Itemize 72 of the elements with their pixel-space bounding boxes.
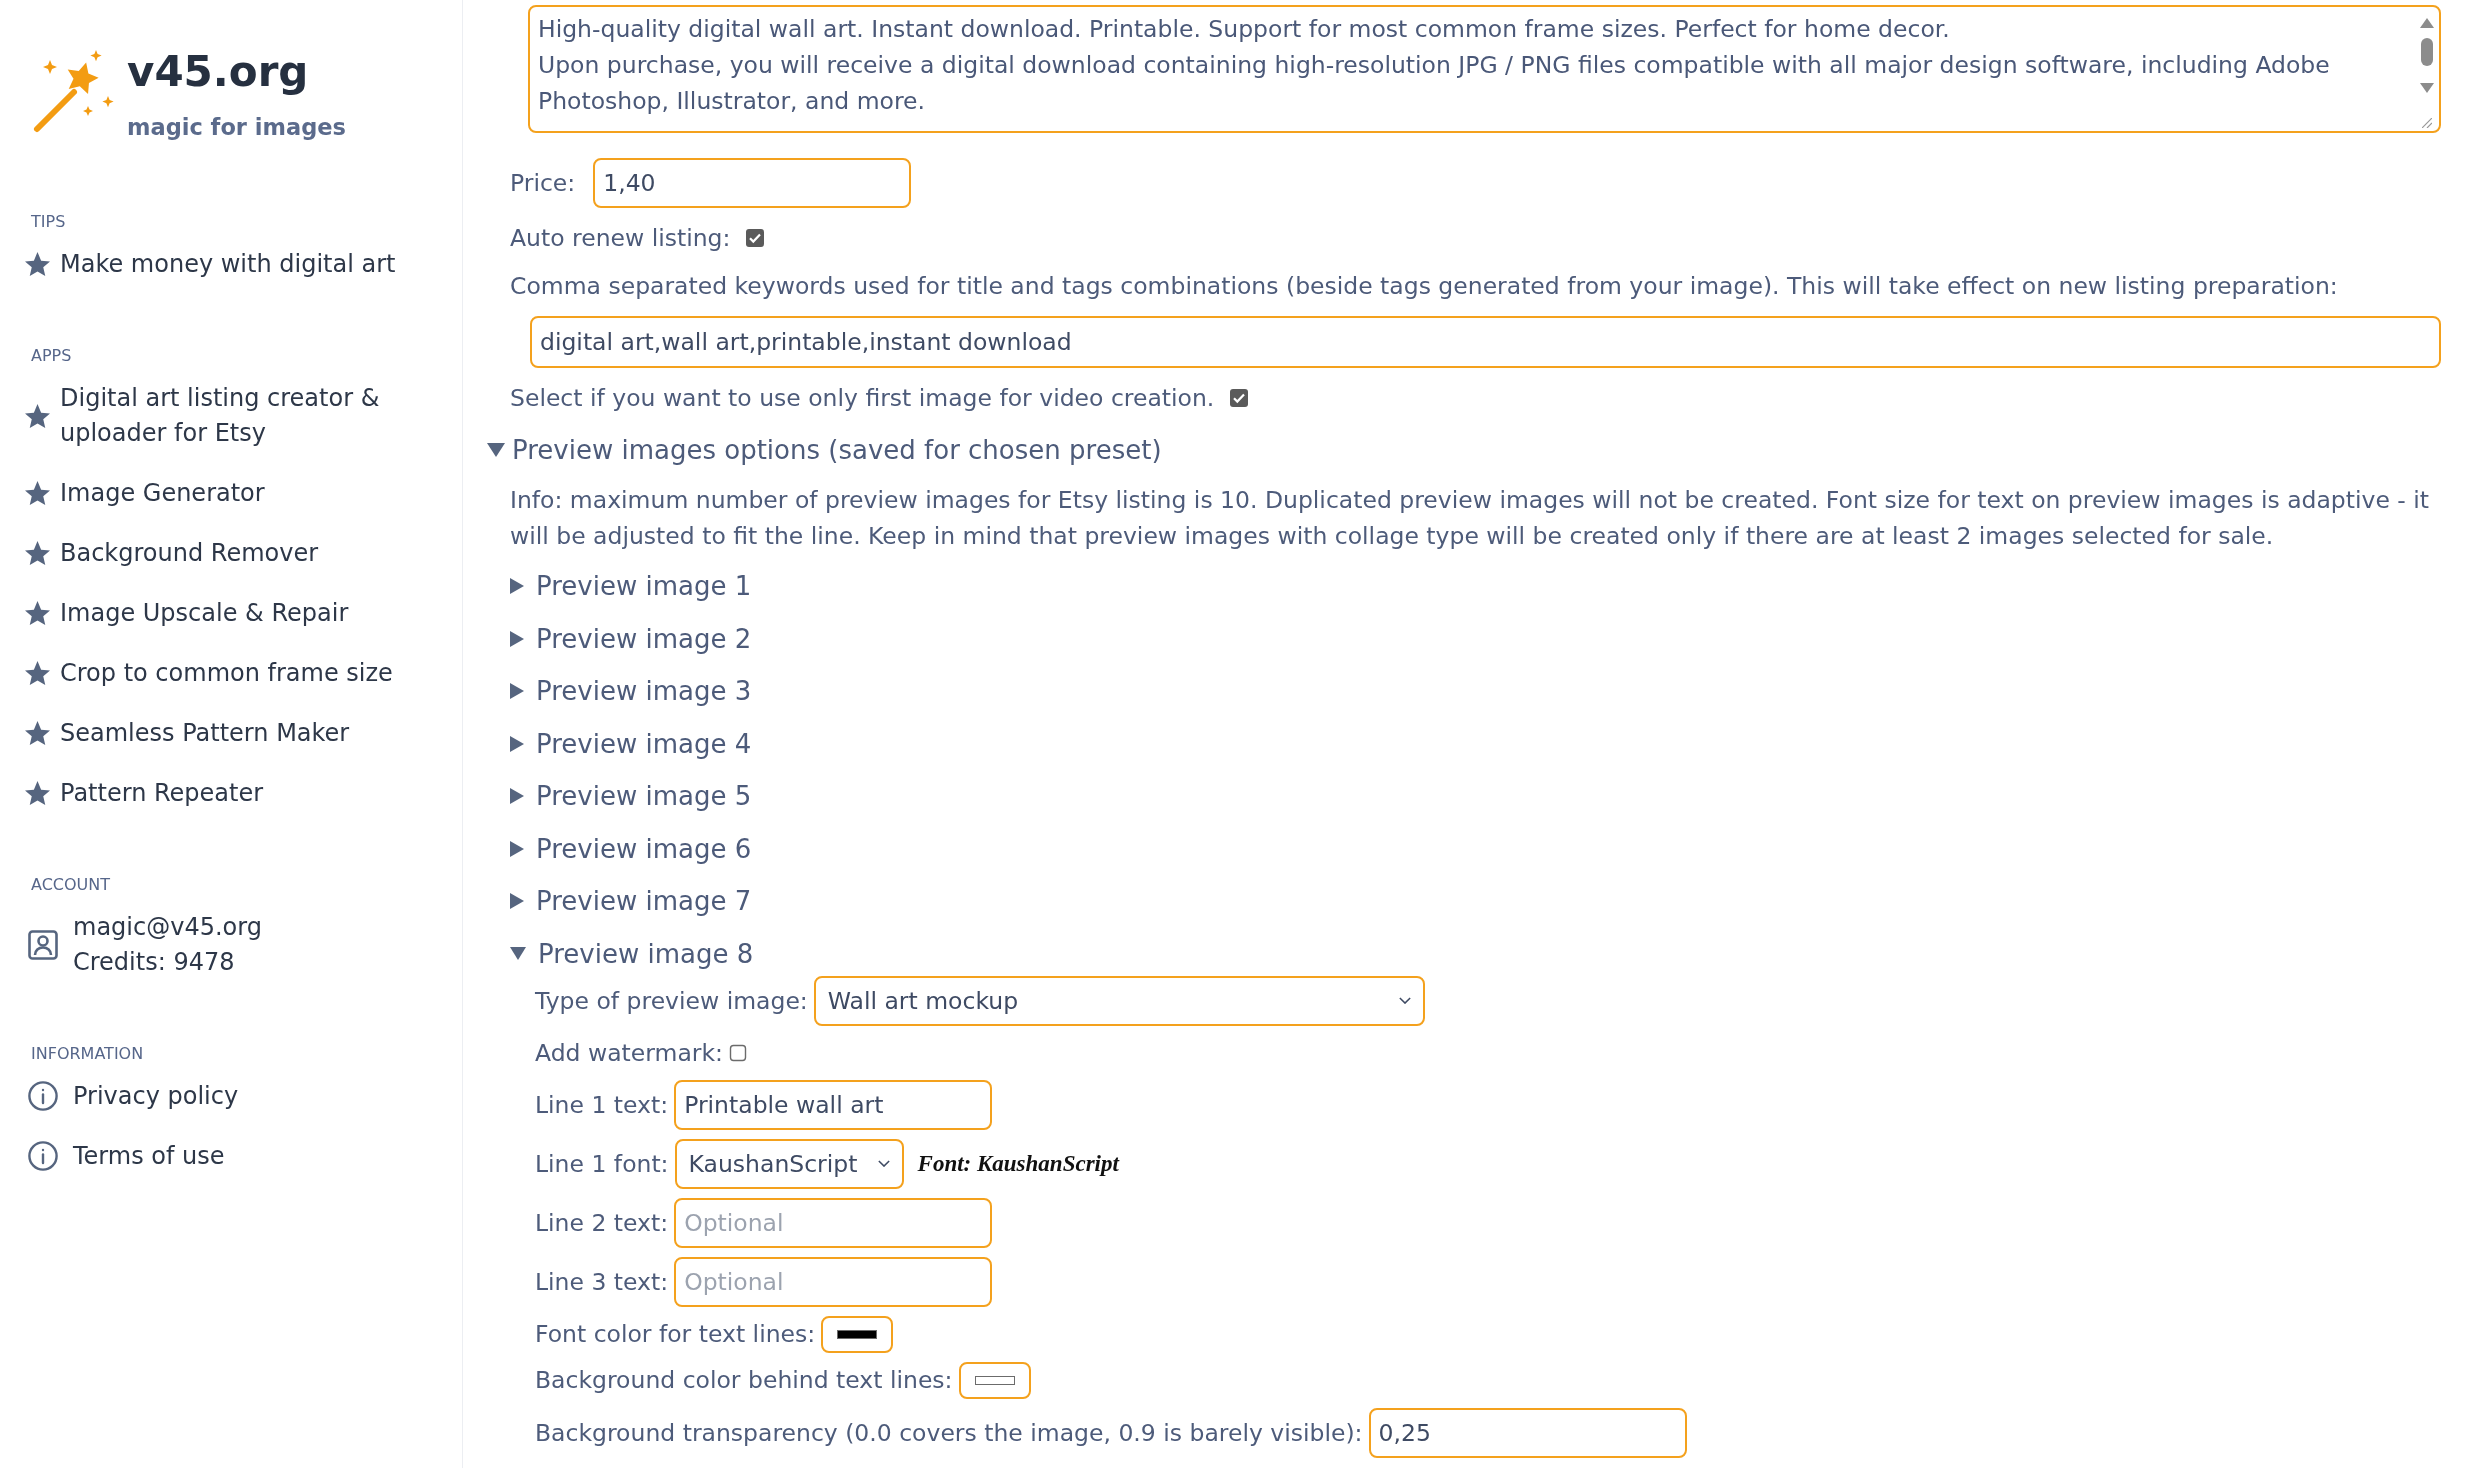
logo-title: v45.org: [127, 47, 309, 97]
dropdown[interactable]: KaushanScript: [674, 1138, 904, 1189]
sidebar-link[interactable]: Digital art listing creator & uploader for Etsy: [25, 380, 425, 451]
field-label: Line 1 font:: [535, 1148, 669, 1180]
preview-image-toggle[interactable]: Preview image 4: [510, 721, 752, 766]
info-text: Info: maximum number of preview images for Etsy listing is 10. Duplicated preview images will not be created. Font size for text on preview images is adaptive - it will be adjusted to fit the line. Keep in mind that preview images with collage type will be created only if there are at least 2 images selected for sale.: [510, 485, 2431, 552]
text-input[interactable]: 0,25: [1368, 1407, 1687, 1458]
field-label: Background transparency (0.0 covers the image, 0.9 is barely visible):: [535, 1417, 1363, 1449]
star-icon: [25, 721, 50, 745]
star-icon: [25, 481, 50, 505]
checkbox[interactable]: [1230, 389, 1249, 407]
section-heading: ACCOUNT: [31, 874, 111, 896]
scroll-down-arrow-icon[interactable]: [2420, 83, 2434, 93]
description-textarea[interactable]: High-quality digital wall art. Instant download. Printable. Support for most common frame sizes. Perfect for home decor. Upon purchase, you will receive a digital download containing high-resolution JPG / PNG files compatible with all major design software, including Adobe Photoshop, Illustrator, and more.: [528, 5, 2441, 133]
star-icon: [25, 252, 50, 276]
user-icon: [28, 929, 58, 960]
preview-image-toggle[interactable]: Preview image 1: [510, 564, 752, 608]
field-label: Add watermark:: [535, 1037, 723, 1069]
text-input[interactable]: 1,40: [593, 158, 912, 208]
preview-image-toggle[interactable]: Preview image 6: [510, 826, 752, 871]
field-label: Font color for text lines:: [535, 1319, 816, 1350]
checkbox[interactable]: [729, 1043, 747, 1062]
color-picker[interactable]: [958, 1361, 1031, 1399]
checkbox[interactable]: [746, 229, 765, 247]
info-icon: [28, 1141, 58, 1171]
field-label: Background color behind text lines:: [535, 1365, 953, 1396]
account-email: magic@v45.org: [73, 911, 262, 943]
text-input[interactable]: Printable wall art: [674, 1079, 993, 1130]
sidebar-link[interactable]: Image Generator: [25, 475, 265, 511]
chevron-down-icon: [1398, 997, 1411, 1004]
info-icon: [28, 1081, 58, 1111]
sidebar-link[interactable]: Crop to common frame size: [25, 655, 393, 691]
resize-handle-icon[interactable]: [2422, 118, 2432, 128]
star-icon: [25, 661, 50, 685]
star-icon: [25, 541, 50, 565]
field-label: Line 2 text:: [535, 1207, 669, 1239]
logo-tagline: magic for images: [127, 114, 346, 141]
field-label: Comma separated keywords used for title and tags combinations (beside tags generated from your image). This will take effect on new listing preparation:: [510, 271, 2338, 302]
sidebar-link[interactable]: Privacy policy: [25, 1078, 239, 1114]
preview-image-toggle[interactable]: Preview image 8: [510, 931, 754, 976]
star-icon: [25, 781, 50, 805]
star-icon: [25, 601, 50, 625]
text-input[interactable]: digital art,wall art,printable,instant download: [530, 316, 2441, 368]
sidebar-link[interactable]: Make money with digital art: [25, 246, 396, 282]
section-heading: TIPS: [31, 211, 66, 233]
field-label: Price:: [510, 168, 576, 199]
sidebar-link[interactable]: Terms of use: [25, 1138, 225, 1174]
field-label: Auto renew listing:: [510, 223, 731, 254]
sidebar-link[interactable]: Image Upscale & Repair: [25, 595, 349, 631]
field-label: Line 3 text:: [535, 1266, 669, 1298]
section-heading: APPS: [31, 345, 72, 367]
sidebar-link[interactable]: Pattern Repeater: [25, 775, 264, 811]
chevron-down-icon: [877, 1160, 890, 1167]
scroll-up-arrow-icon[interactable]: [2420, 18, 2434, 28]
font-sample-text: Font: KaushanScript: [917, 1150, 1119, 1177]
field-label: Line 1 text:: [535, 1089, 669, 1121]
scrollbar-thumb[interactable]: [2421, 38, 2433, 66]
section-heading: INFORMATION: [31, 1043, 144, 1065]
star-icon: [25, 403, 50, 428]
sidebar-link[interactable]: Seamless Pattern Maker: [25, 715, 350, 751]
dropdown[interactable]: Wall art mockup: [813, 975, 1425, 1026]
section-toggle[interactable]: Preview images options (saved for chosen preset): [487, 430, 1162, 470]
field-label: Type of preview image:: [535, 985, 808, 1017]
sidebar-link[interactable]: Background Remover: [25, 535, 319, 571]
credits-text: Credits: 9478: [73, 946, 235, 978]
preview-image-toggle[interactable]: Preview image 5: [510, 774, 752, 818]
field-label: Select if you want to use only first image for video creation.: [510, 383, 1215, 414]
magic-wand-icon: [32, 50, 114, 134]
color-picker[interactable]: [821, 1315, 894, 1353]
preview-image-toggle[interactable]: Preview image 7: [510, 879, 752, 923]
preview-image-toggle[interactable]: Preview image 2: [510, 616, 752, 661]
preview-image-toggle[interactable]: Preview image 3: [510, 669, 752, 713]
